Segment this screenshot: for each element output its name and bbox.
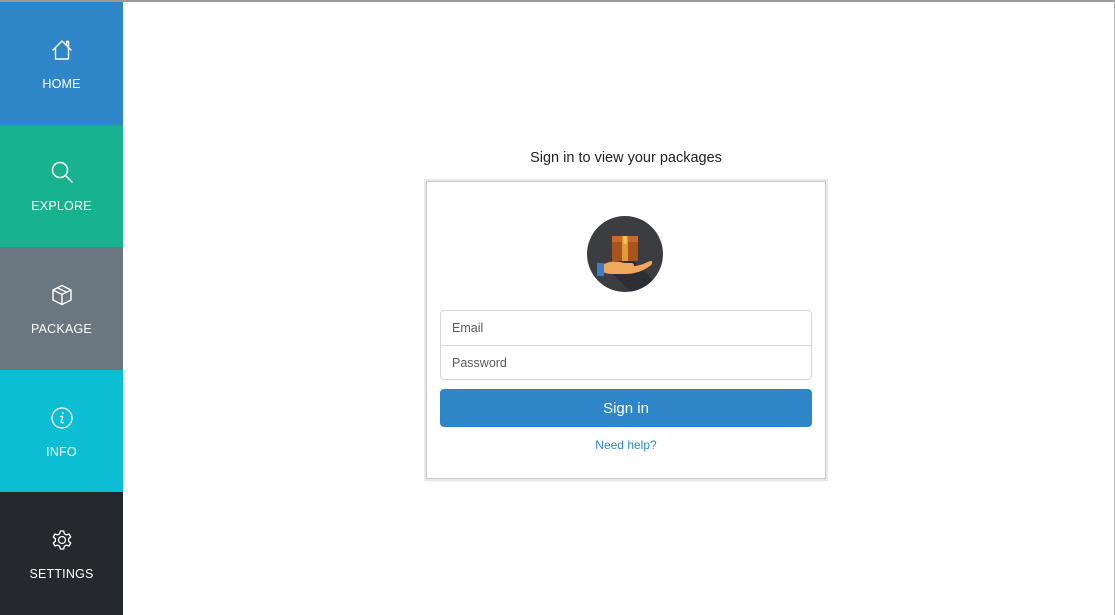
- signin-card: Sign in Need help?: [426, 181, 826, 479]
- sidebar: HOME EXPLORE PACKAGE INFO SETTINGS: [0, 2, 123, 615]
- gear-icon: [50, 528, 74, 552]
- sidebar-item-label: INFO: [46, 444, 77, 459]
- sidebar-item-package[interactable]: PACKAGE: [0, 247, 123, 370]
- info-icon: [50, 406, 74, 430]
- password-field[interactable]: [441, 345, 811, 379]
- sidebar-item-settings[interactable]: SETTINGS: [0, 492, 123, 615]
- page-title: Sign in to view your packages: [530, 150, 722, 166]
- sidebar-item-explore[interactable]: EXPLORE: [0, 124, 123, 248]
- email-field[interactable]: [441, 311, 811, 345]
- need-help-link[interactable]: Need help?: [427, 438, 825, 452]
- package-icon: [50, 283, 74, 307]
- sign-in-button[interactable]: Sign in: [440, 389, 812, 427]
- sidebar-item-label: EXPLORE: [31, 199, 92, 214]
- sidebar-item-label: HOME: [42, 76, 81, 91]
- credentials-form: [440, 310, 812, 380]
- sidebar-item-label: SETTINGS: [29, 567, 94, 582]
- sidebar-item-home[interactable]: HOME: [0, 2, 123, 125]
- app-window: HOME EXPLORE PACKAGE INFO SETTINGS Sign …: [0, 0, 1115, 615]
- main-content: Sign in to view your packages Sign in: [123, 2, 1114, 615]
- sidebar-item-label: PACKAGE: [31, 321, 92, 336]
- search-icon: [50, 160, 74, 184]
- sidebar-item-info[interactable]: INFO: [0, 369, 123, 493]
- package-hand-icon: [587, 216, 663, 292]
- home-icon: [50, 38, 74, 62]
